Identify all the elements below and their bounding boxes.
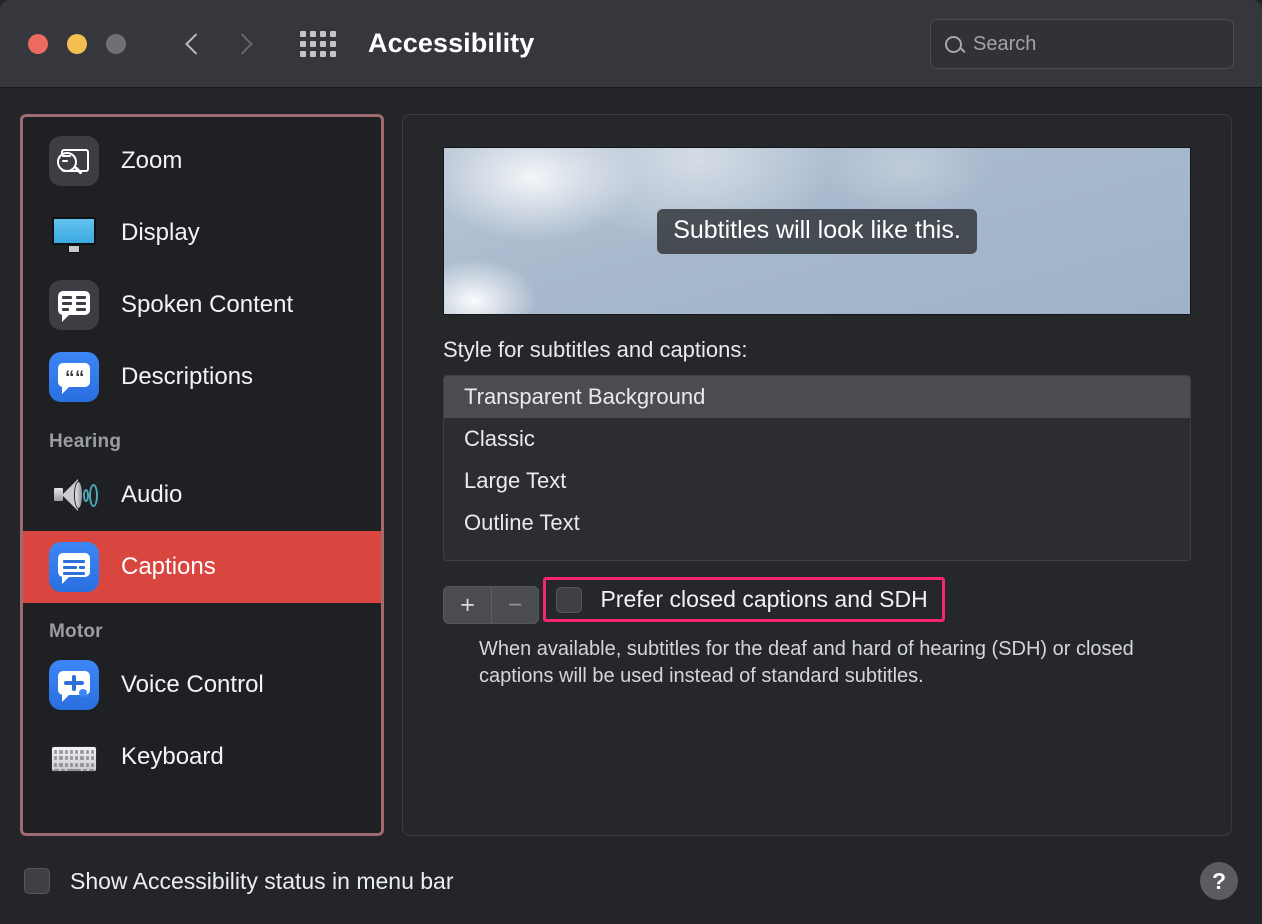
show-all-grid-icon[interactable] <box>300 30 336 57</box>
search-icon <box>945 35 962 53</box>
sidebar-highlight-box: Zoom Display Spoken Content “ “ Descript… <box>20 114 384 836</box>
sidebar-item-label: Spoken Content <box>121 291 294 318</box>
sidebar-item-audio[interactable]: Audio <box>23 459 381 531</box>
show-status-menubar-checkbox[interactable] <box>24 868 50 894</box>
preferences-body: Zoom Display Spoken Content “ “ Descript… <box>0 88 1262 836</box>
sidebar-item-display[interactable]: Display <box>23 197 381 269</box>
style-section-label: Style for subtitles and captions: <box>443 337 748 362</box>
zoom-icon <box>49 136 99 186</box>
sidebar-item-descriptions[interactable]: “ “ Descriptions <box>23 341 381 413</box>
add-remove-style-buttons: + − <box>443 586 539 624</box>
traffic-lights <box>28 33 126 54</box>
help-button[interactable]: ? <box>1200 862 1238 900</box>
sidebar: Zoom Display Spoken Content “ “ Descript… <box>23 117 381 793</box>
captions-settings-panel: Subtitles will look like this. Style for… <box>402 114 1232 836</box>
display-icon <box>49 208 99 258</box>
sidebar-item-label: Keyboard <box>121 743 224 770</box>
minimize-window-button[interactable] <box>67 33 87 54</box>
sidebar-item-label: Voice Control <box>121 671 264 698</box>
accessibility-preferences-window: Accessibility Search Zoom Display Spoken… <box>0 0 1262 924</box>
sidebar-group-motor: Motor <box>49 621 103 642</box>
navigation-buttons <box>184 27 254 61</box>
sidebar-item-label: Audio <box>121 481 183 508</box>
add-style-button[interactable]: + <box>444 587 491 623</box>
page-title: Accessibility <box>368 28 535 58</box>
style-option[interactable]: Transparent Background <box>444 376 1190 418</box>
search-placeholder: Search <box>973 32 1037 55</box>
sidebar-item-label: Captions <box>121 553 216 580</box>
style-option[interactable]: Large Text <box>444 460 1190 502</box>
sidebar-item-label: Display <box>121 219 200 246</box>
audio-icon <box>49 470 99 520</box>
caption-style-list[interactable]: Transparent Background Classic Large Tex… <box>443 375 1191 561</box>
sidebar-item-zoom[interactable]: Zoom <box>23 125 381 197</box>
footer-bar: Show Accessibility status in menu bar ? <box>0 838 1262 924</box>
prefer-closed-captions-description: When available, subtitles for the deaf a… <box>479 638 1134 687</box>
subtitle-preview: Subtitles will look like this. <box>443 147 1191 315</box>
voice-control-icon <box>49 660 99 710</box>
style-option[interactable]: Classic <box>444 418 1190 460</box>
search-field[interactable]: Search <box>930 19 1234 69</box>
forward-chevron-icon[interactable] <box>232 27 254 61</box>
sidebar-item-voice-control[interactable]: Voice Control <box>23 649 381 721</box>
title-bar: Accessibility Search <box>0 0 1262 88</box>
maximize-window-button[interactable] <box>106 33 126 54</box>
sidebar-item-keyboard[interactable]: Keyboard <box>23 721 381 793</box>
sidebar-item-captions[interactable]: Captions <box>23 531 381 603</box>
back-chevron-icon[interactable] <box>184 27 206 61</box>
preview-caption-text: Subtitles will look like this. <box>657 208 977 254</box>
captions-icon <box>49 542 99 592</box>
keyboard-icon <box>49 732 99 782</box>
prefer-closed-captions-label: Prefer closed captions and SDH <box>600 586 928 612</box>
sidebar-item-spoken-content[interactable]: Spoken Content <box>23 269 381 341</box>
prefer-closed-captions-highlight: Prefer closed captions and SDH <box>543 577 945 622</box>
spoken-content-icon <box>49 280 99 330</box>
close-window-button[interactable] <box>28 33 48 54</box>
sidebar-item-label: Descriptions <box>121 363 254 390</box>
sidebar-item-label: Zoom <box>121 147 183 174</box>
sidebar-group-hearing: Hearing <box>49 431 122 452</box>
show-status-menubar-label: Show Accessibility status in menu bar <box>70 867 454 894</box>
style-option[interactable]: Outline Text <box>444 502 1190 544</box>
remove-style-button[interactable]: − <box>491 587 538 623</box>
prefer-closed-captions-checkbox[interactable] <box>556 586 583 613</box>
descriptions-icon: “ “ <box>49 352 99 402</box>
